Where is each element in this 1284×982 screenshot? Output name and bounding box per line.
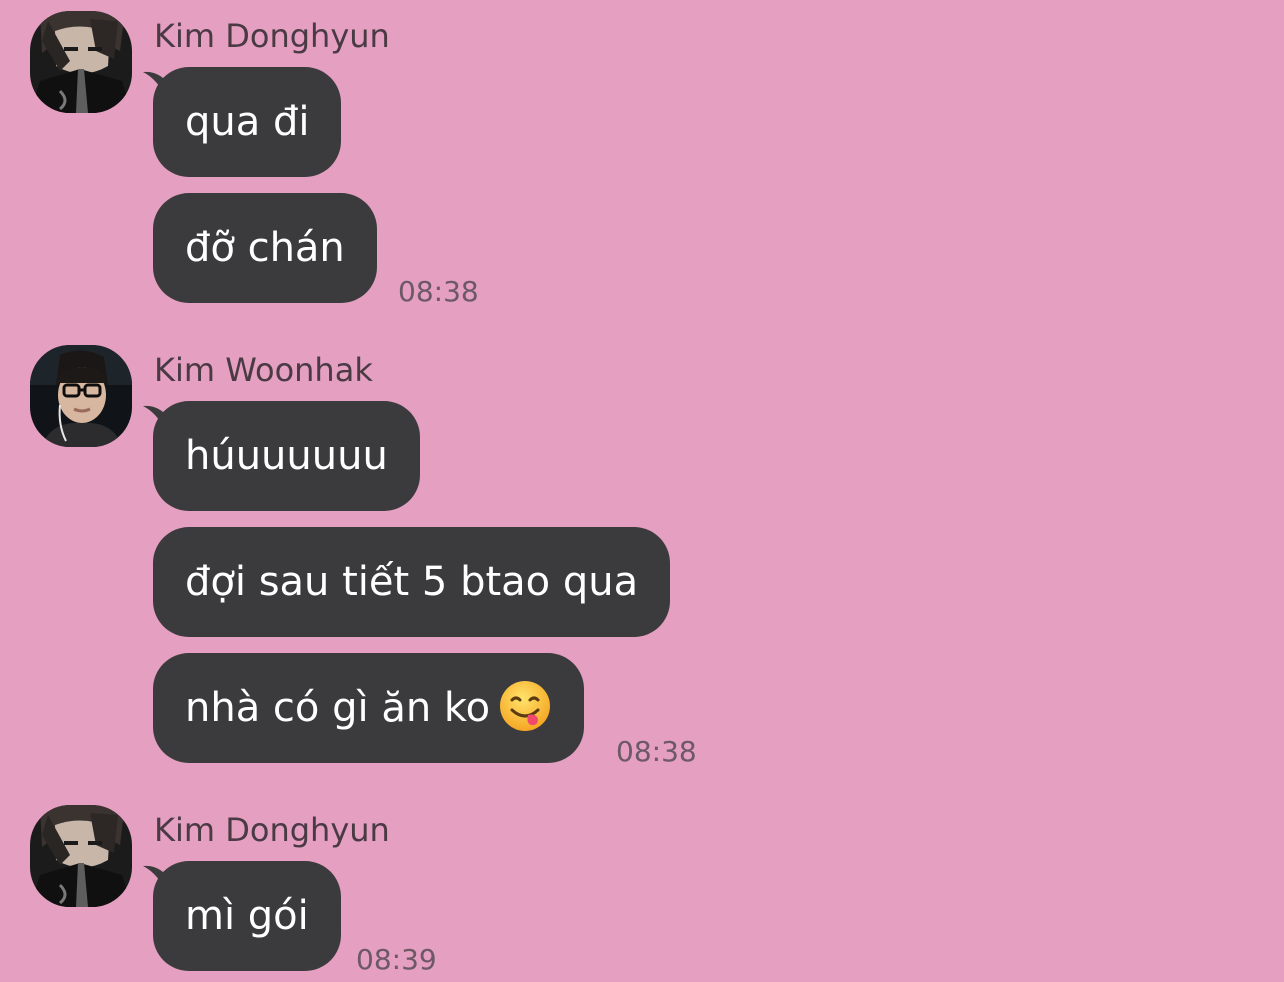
message-bubble[interactable]: nhà có gì ăn ko [153,653,585,763]
message-bubble[interactable]: húuuuuuu [153,401,420,511]
face-savoring-food-emoji [500,681,551,731]
sender-avatar[interactable] [30,805,132,907]
message-bubble[interactable]: mì gói [153,861,341,971]
message-timestamp: 08:38 [398,275,479,308]
profile-photo-woonhak [30,345,132,447]
sender-name: Kim Woonhak [154,351,373,389]
message-timestamp: 08:38 [616,735,697,768]
chat-message-list: Kim Donghyun qua đi đỡ chán 08:38 Kim Wo… [0,0,1284,982]
profile-photo-donghyun [30,11,132,113]
sender-name: Kim Donghyun [154,811,390,849]
sender-avatar[interactable] [30,11,132,113]
message-bubble[interactable]: đỡ chán [153,193,377,303]
profile-photo-donghyun [30,805,132,907]
message-bubble[interactable]: đợi sau tiết 5 btao qua [153,527,671,637]
sender-avatar[interactable] [30,345,132,447]
sender-name: Kim Donghyun [154,17,390,55]
message-bubble[interactable]: qua đi [153,67,342,177]
message-timestamp: 08:39 [356,943,437,976]
message-text: nhà có gì ăn ko [185,685,491,731]
